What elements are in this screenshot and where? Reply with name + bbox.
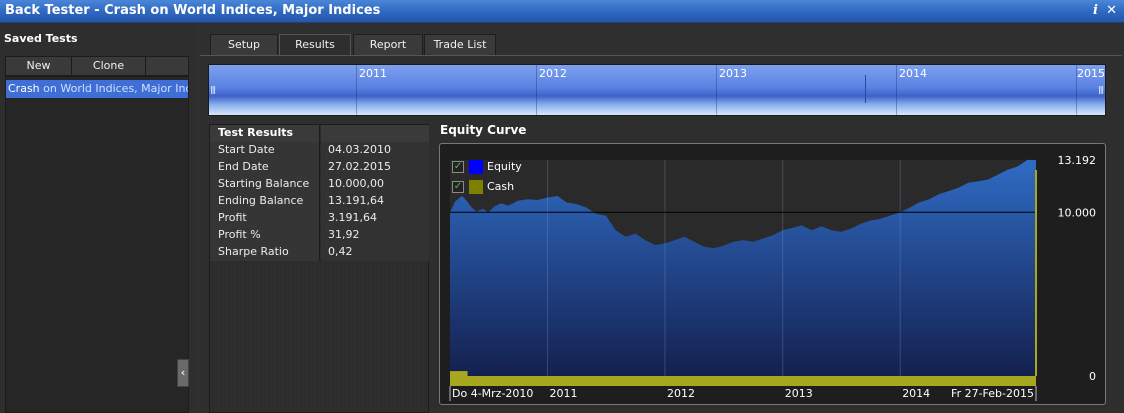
equity-chart[interactable]: 13.192 10.000 0 Do 4-Mrz-2010 2011 2012 2013 20… (440, 144, 1105, 404)
nav-marker (865, 75, 866, 103)
cash-checkbox[interactable]: ✓ (452, 181, 464, 193)
equity-swatch (469, 160, 483, 174)
y-tick-label: 13.192 (1058, 154, 1097, 167)
nav-right-handle[interactable]: ||| (1098, 85, 1104, 94)
info-icon[interactable]: i (1093, 3, 1098, 18)
result-value: 04.03.2010 (321, 142, 429, 159)
equity-checkbox[interactable]: ✓ (452, 161, 464, 173)
table-row: Start Date 04.03.2010 (210, 142, 429, 159)
nav-year-label: 2014 (899, 67, 927, 80)
result-label: Start Date (210, 142, 320, 159)
result-value: 10.000,00 (321, 176, 429, 193)
cash-start-block (450, 371, 468, 376)
timeline-navigator[interactable]: 2011 2012 2013 2014 2015 ||| ||| (208, 64, 1106, 116)
table-row: Sharpe Ratio 0,42 (210, 244, 429, 261)
result-label: Profit (210, 210, 320, 227)
collapse-panel-icon[interactable]: ‹ (177, 359, 189, 387)
cash-swatch (469, 180, 483, 194)
equity-chart-frame: 13.192 10.000 0 Do 4-Mrz-2010 2011 2012 2013 20… (439, 143, 1106, 405)
x-tick-label: 2013 (785, 387, 813, 400)
nav-year-label: 2013 (719, 67, 747, 80)
saved-tests-title: Saved Tests (4, 32, 78, 45)
back-tester-window: Back Tester - Crash on World Indices, Ma… (0, 0, 1124, 413)
legend-label: Equity (487, 160, 522, 173)
saved-tests-panel: Saved Tests New Clone Crash on World Ind… (0, 24, 196, 413)
x-tick-label: 2012 (667, 387, 695, 400)
test-results-table: Test Results Start Date 04.03.2010 End D… (209, 124, 429, 413)
result-value: 31,92 (321, 227, 429, 244)
results-header-blank (321, 125, 429, 142)
result-label: Profit % (210, 227, 320, 244)
nav-left-handle[interactable]: ||| (210, 85, 216, 94)
nav-gridline (896, 65, 897, 115)
table-row: Profit % 31,92 (210, 227, 429, 244)
close-icon[interactable]: ✕ (1106, 3, 1117, 18)
result-label: Sharpe Ratio (210, 244, 320, 261)
nav-gridline (716, 65, 717, 115)
result-value: 13.191,64 (321, 193, 429, 210)
x-end-label: Fr 27-Feb-2015 (951, 387, 1034, 400)
result-label: Ending Balance (210, 193, 320, 210)
cash-bar (450, 376, 1036, 386)
y-tick-label: 10.000 (1058, 206, 1097, 219)
saved-test-item[interactable]: Crash on World Indices, Major Indices (6, 80, 188, 98)
equity-curve-title: Equity Curve (440, 123, 527, 137)
window-title: Back Tester - Crash on World Indices, Ma… (5, 3, 381, 18)
saved-test-name-rest: on World Indices, Major Indices (43, 82, 188, 95)
table-row: Profit 3.191,64 (210, 210, 429, 227)
tab-report[interactable]: Report (353, 34, 423, 55)
x-tick-label: 2014 (902, 387, 930, 400)
legend-label: Cash (487, 180, 515, 193)
table-row: Starting Balance 10.000,00 (210, 176, 429, 193)
tab-setup[interactable]: Setup (210, 34, 278, 55)
saved-tests-list[interactable]: Crash on World Indices, Major Indices (5, 76, 189, 413)
table-row: Ending Balance 13.191,64 (210, 193, 429, 210)
tab-trade-list[interactable]: Trade List (424, 34, 496, 55)
nav-gridline (536, 65, 537, 115)
result-value: 27.02.2015 (321, 159, 429, 176)
clone-button[interactable]: Clone (72, 57, 146, 75)
nav-year-label: 2012 (539, 67, 567, 80)
x-tick-label: 2011 (550, 387, 578, 400)
results-header-row: Test Results (210, 125, 429, 142)
saved-test-name: Crash (8, 82, 40, 95)
result-value: 3.191,64 (321, 210, 429, 227)
x-start-label: Do 4-Mrz-2010 (452, 387, 533, 400)
tab-results[interactable]: Results (279, 34, 351, 56)
y-tick-label: 0 (1089, 370, 1096, 383)
new-button[interactable]: New (6, 57, 72, 75)
result-label: Starting Balance (210, 176, 320, 193)
result-value: 0,42 (321, 244, 429, 261)
table-row: End Date 27.02.2015 (210, 159, 429, 176)
title-bar[interactable]: Back Tester - Crash on World Indices, Ma… (0, 0, 1124, 23)
nav-year-label: 2011 (359, 67, 387, 80)
saved-tests-toolbar: New Clone (5, 56, 189, 76)
results-header: Test Results (210, 125, 320, 142)
result-label: End Date (210, 159, 320, 176)
nav-gridline (356, 65, 357, 115)
nav-year-label: 2015 (1077, 67, 1105, 80)
